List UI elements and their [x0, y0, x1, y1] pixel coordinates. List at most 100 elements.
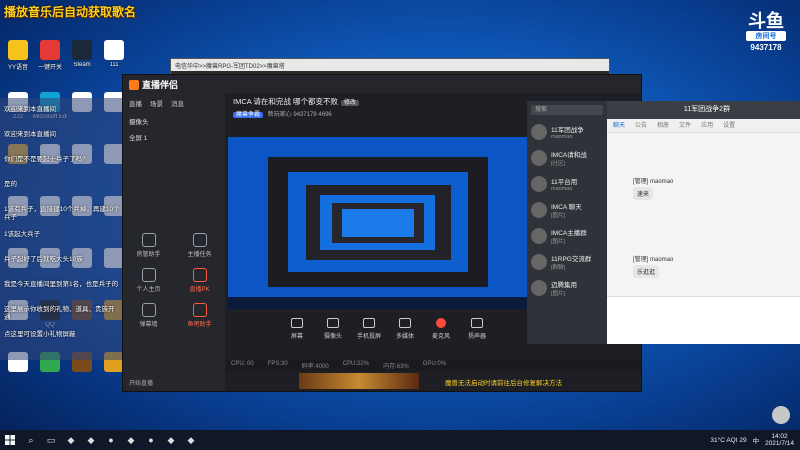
preview-nested-screens: [228, 137, 528, 309]
start-button[interactable]: [0, 430, 20, 450]
desktop-icon[interactable]: 一键开关: [34, 40, 66, 78]
avatar[interactable]: [772, 406, 790, 424]
group-tab[interactable]: 相册: [657, 119, 669, 132]
sidebar-tab[interactable]: 消息: [171, 98, 184, 108]
app-icon[interactable]: ◆: [162, 431, 180, 449]
app-icon[interactable]: ◆: [62, 431, 80, 449]
conversation-preview: maomao: [551, 186, 573, 192]
avatar: [531, 124, 547, 140]
taskbar: ⌕ ▭ ◆ ◆ ● ◆ ● ◆ ◆ 31°C AQI 29 中 14:02 20…: [0, 430, 800, 450]
game-banner[interactable]: [299, 373, 419, 389]
conversation-text: 11平台用 maomao: [551, 176, 577, 192]
conversation-search[interactable]: 搜索: [531, 105, 603, 115]
conversation-item[interactable]: 11RPG交流群 [群聊]: [527, 249, 607, 275]
sidebar-tab[interactable]: 场景: [150, 98, 163, 108]
sidebar-tool[interactable]: 弹幕墙: [123, 303, 174, 328]
sidebar-tool[interactable]: 鱼吧助手: [174, 303, 225, 328]
toolbar-button[interactable]: 多媒体: [393, 318, 417, 340]
avatar: [531, 202, 547, 218]
desktop-icon[interactable]: YY语音: [2, 40, 34, 78]
desktop-icon[interactable]: Steam: [66, 40, 98, 78]
avatar: [531, 150, 547, 166]
toolbar-icon: [399, 318, 411, 328]
weather-widget[interactable]: 31°C AQI 29: [710, 437, 746, 444]
avatar: [531, 254, 547, 270]
desktop-icon[interactable]: 111: [98, 40, 130, 78]
room-tag: 新玩家心: [267, 112, 292, 118]
clock[interactable]: 14:02 2021/7/14: [765, 433, 794, 447]
app-icon[interactable]: ◆: [182, 431, 200, 449]
app-icon[interactable]: ◆: [122, 431, 140, 449]
app-footer[interactable]: 开始直播: [123, 378, 193, 387]
tool-icon: [141, 233, 156, 247]
sidebar-tabs: 直播 场景 消息: [123, 93, 225, 113]
sidebar-item[interactable]: 摄像头: [123, 113, 225, 129]
ime-indicator[interactable]: 中: [753, 435, 760, 445]
search-icon[interactable]: ⌕: [22, 431, 40, 449]
group-tab[interactable]: 设置: [723, 119, 735, 132]
desktop-icon-label: 一键开关: [37, 65, 62, 71]
conversation-item[interactable]: 迈腾集用 [图片]: [527, 275, 607, 301]
message-input[interactable]: [607, 296, 800, 344]
group-chat-window[interactable]: 搜索 11军团战争 maomao IMCA请和战 [社区] 11平台用 maomao IMC…: [527, 101, 800, 344]
sidebar-tool[interactable]: 个人主页: [123, 268, 174, 293]
toolbar-button[interactable]: 屏幕: [285, 318, 309, 340]
sidebar-tool[interactable]: 主播任务: [174, 233, 225, 258]
chat-message: 这里展示你收到的礼物、道具、贵族开通: [4, 306, 115, 321]
group-tab[interactable]: 文件: [679, 119, 691, 132]
conversation-item[interactable]: IMCA请和战 [社区]: [527, 145, 607, 171]
date: 2021/7/14: [765, 440, 794, 447]
edit-title-button[interactable]: 修改: [341, 100, 360, 106]
toolbar-button[interactable]: 手机投屏: [357, 318, 381, 340]
app-icon[interactable]: ●: [102, 431, 120, 449]
conversation-list: 搜索 11军团战争 maomao IMCA请和战 [社区] 11平台用 maomao IMC…: [527, 101, 607, 344]
conversation-item[interactable]: IMCA 聊天 [图片]: [527, 197, 607, 223]
sidebar-items: 摄像头 全屏 1: [123, 113, 225, 145]
douyu-logo: 斗鱼: [748, 11, 784, 31]
status-item: 内存:63%: [383, 364, 409, 370]
conversation-text: IMCA请和战 [社区]: [551, 149, 587, 167]
conversation-item[interactable]: 11平台用 maomao: [527, 171, 607, 197]
conversation-text: IMCA 聊天 [图片]: [551, 201, 582, 219]
category-pill[interactable]: 魔兽争霸: [233, 112, 264, 118]
tool-label: 主播任务: [187, 252, 212, 258]
toolbar-label: 多媒体: [395, 334, 414, 340]
conversation-item[interactable]: 11军团战争 maomao: [527, 119, 607, 145]
douyu-watermark: 斗鱼 房间号 9437178: [746, 12, 786, 52]
group-tab[interactable]: 公告: [635, 119, 647, 132]
conversation-text: 11RPG交流群 [群聊]: [551, 253, 591, 271]
sidebar-tab[interactable]: 直播: [129, 98, 142, 108]
task-view-icon[interactable]: ▭: [42, 431, 60, 449]
status-item: CPU: 00: [231, 361, 254, 367]
chat-message: 欢迎来到本直播间: [4, 106, 56, 113]
sidebar-tool[interactable]: 直播PK: [174, 268, 225, 293]
app-titlebar[interactable]: 直播伴侣: [123, 75, 641, 93]
chat-message: 你们是不是要起士兵子了吗?: [4, 156, 86, 163]
chat-bubble: [管理] maomao 速来: [633, 176, 673, 200]
windows-icon: [5, 435, 15, 445]
scrolling-notice: 魔兽无法启动时请前往后台修复解决方法: [445, 380, 562, 387]
stream-preview[interactable]: [228, 137, 528, 309]
toolbar-label: 摄像头: [323, 334, 342, 340]
sidebar-item[interactable]: 全屏 1: [123, 129, 225, 145]
app-icon[interactable]: ◆: [82, 431, 100, 449]
toolbar-button[interactable]: 扬声器: [465, 318, 489, 340]
group-tab[interactable]: 聊天: [613, 119, 625, 132]
tool-label: 个人主页: [136, 287, 161, 293]
chat-message: 1该有兵子，直接建10个兵掉，再建10个兵子: [4, 206, 120, 221]
group-chat-main: 11军团战争2群 聊天 公告 相册 文件 应用 设置 [管理] maomao 速来 [管理] …: [607, 101, 800, 344]
group-tab[interactable]: 应用: [701, 119, 713, 132]
conversation-name: IMCA 聊天: [551, 204, 582, 211]
conversation-text: 迈腾集用 [图片]: [551, 279, 577, 297]
sidebar-tool[interactable]: 房管助手: [123, 233, 174, 258]
status-item: CPU:22%: [342, 361, 370, 367]
chat-message: 是的: [4, 181, 17, 188]
toolbar-button[interactable]: 麦克风: [429, 318, 453, 340]
remote-window-title: 电信华中>>魔兽RPG-军团TD02>>魔兽塔: [171, 59, 609, 71]
toolbar-icon: [327, 318, 339, 328]
tool-icon: [141, 303, 156, 317]
app-icon[interactable]: ●: [142, 431, 160, 449]
avatar: [531, 228, 547, 244]
toolbar-button[interactable]: 摄像头: [321, 318, 345, 340]
conversation-item[interactable]: IMCA主播群 [图片]: [527, 223, 607, 249]
